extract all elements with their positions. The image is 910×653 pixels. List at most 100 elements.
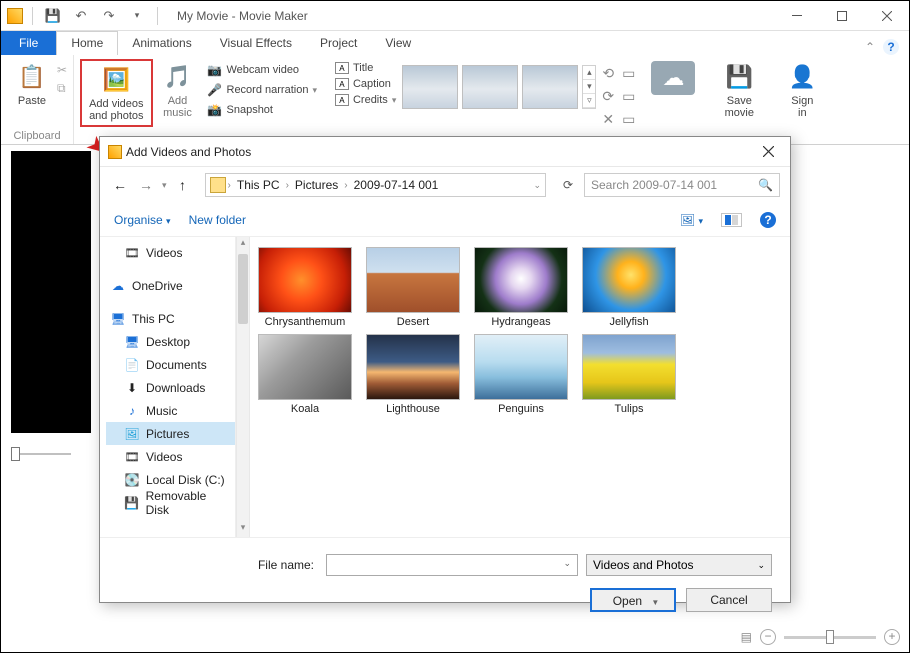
undo-icon[interactable]: ↶: [70, 5, 92, 27]
thumbnails-icon[interactable]: ▤: [741, 630, 752, 644]
organise-button[interactable]: Organise ▾: [114, 213, 171, 227]
select-icon[interactable]: ▭: [622, 65, 635, 82]
rotate-more[interactable]: ▴▾▿: [582, 65, 596, 109]
crumb-sep-icon[interactable]: ›: [344, 180, 347, 191]
tab-view[interactable]: View: [371, 32, 425, 55]
select3-icon[interactable]: ▭: [622, 111, 635, 128]
cancel-button[interactable]: Cancel: [686, 588, 772, 612]
file-dialog: Add Videos and Photos ← → ▾ ↑ › This PC …: [99, 136, 791, 603]
ribbon-tools-2: ▭ ▭ ▭: [618, 59, 639, 134]
tab-animations[interactable]: Animations: [118, 32, 205, 55]
caption-button[interactable]: ACaption: [331, 77, 400, 91]
save-movie-icon: 💾: [723, 61, 755, 93]
music-icon: ♪: [124, 403, 140, 419]
tab-home[interactable]: Home: [56, 31, 118, 55]
usb-icon: 💾: [124, 495, 140, 511]
preview-pane-button[interactable]: [721, 213, 742, 227]
forward-button[interactable]: →: [136, 177, 156, 193]
maximize-button[interactable]: [819, 1, 864, 31]
rotate-thumb[interactable]: [462, 65, 518, 109]
rotate-thumb[interactable]: [522, 65, 578, 109]
up-button[interactable]: ↑: [173, 177, 193, 193]
cut-icon[interactable]: ✂: [57, 63, 67, 77]
filter-dropdown[interactable]: Videos and Photos⌄: [586, 554, 772, 576]
rotate-right-icon[interactable]: ⟳: [602, 88, 614, 105]
search-input[interactable]: Search 2009-07-14 001 🔍: [584, 173, 780, 197]
crumb-sep-icon[interactable]: ›: [228, 180, 231, 191]
signin-button[interactable]: 👤 Sign in: [777, 59, 827, 121]
tab-project[interactable]: Project: [306, 32, 371, 55]
crumb-pictures[interactable]: Pictures: [291, 178, 342, 192]
help-icon[interactable]: ?: [883, 39, 899, 55]
copy-icon[interactable]: ⧉: [57, 81, 67, 96]
address-bar[interactable]: › This PC › Pictures › 2009-07-14 001 ⌄: [205, 173, 546, 197]
nav-pictures[interactable]: 🖼Pictures: [106, 422, 235, 445]
dialog-help-icon[interactable]: ?: [760, 212, 776, 228]
file-item[interactable]: Chrysanthemum: [258, 247, 352, 328]
nav-music[interactable]: ♪Music: [106, 399, 235, 422]
add-videos-button[interactable]: 🖼️ Add videos and photos: [83, 62, 149, 124]
title-icon: A: [335, 62, 349, 74]
file-label: Penguins: [474, 403, 568, 415]
nav-scrollbar[interactable]: ▴ ▾: [236, 237, 250, 537]
credits-button[interactable]: ACredits ▾: [331, 93, 400, 107]
open-button[interactable]: Open ▼: [590, 588, 676, 612]
file-item[interactable]: Koala: [258, 334, 352, 415]
zoom-out-icon[interactable]: −: [760, 629, 776, 645]
file-item[interactable]: Tulips: [582, 334, 676, 415]
rotate-gallery[interactable]: ▴▾▿: [400, 59, 598, 109]
file-item[interactable]: Hydrangeas: [474, 247, 568, 328]
file-thumbnail: [258, 247, 352, 313]
refresh-button[interactable]: ⟳: [558, 178, 578, 192]
qat-dropdown-icon[interactable]: ▾: [126, 5, 148, 27]
redo-icon[interactable]: ↷: [98, 5, 120, 27]
seek-slider[interactable]: [11, 453, 91, 455]
pc-icon: 🖥: [110, 311, 126, 327]
video-preview[interactable]: [11, 151, 91, 433]
rotate-left-icon[interactable]: ⟲: [602, 65, 614, 82]
nav-videos[interactable]: 🎞Videos: [106, 241, 235, 264]
collapse-ribbon-icon[interactable]: ⌃: [865, 40, 875, 54]
nav-this-pc[interactable]: 🖥This PC: [106, 307, 235, 330]
tab-file[interactable]: File: [1, 31, 56, 55]
nav-videos2[interactable]: 🎞Videos: [106, 445, 235, 468]
skydrive-button[interactable]: ☁: [645, 59, 701, 99]
save-icon[interactable]: 💾: [42, 5, 64, 27]
dialog-footer: File name: ⌄ Videos and Photos⌄ Open ▼ C…: [100, 537, 790, 626]
back-button[interactable]: ←: [110, 177, 130, 193]
save-movie-button[interactable]: 💾 Save movie: [714, 59, 764, 121]
history-dropdown-icon[interactable]: ▾: [162, 180, 167, 191]
file-item[interactable]: Penguins: [474, 334, 568, 415]
snapshot-button[interactable]: 📸Snapshot: [203, 101, 321, 119]
crumb-folder[interactable]: 2009-07-14 001: [350, 178, 443, 192]
zoom-in-icon[interactable]: +: [884, 629, 900, 645]
new-folder-button[interactable]: New folder: [189, 213, 246, 227]
paste-button[interactable]: 📋 Paste: [7, 59, 57, 109]
rotate-thumb[interactable]: [402, 65, 458, 109]
delete-icon[interactable]: ✕: [602, 111, 614, 128]
address-dropdown-icon[interactable]: ⌄: [533, 180, 541, 191]
view-options-button[interactable]: 🖼 ▾: [680, 213, 703, 227]
title-button[interactable]: ATitle: [331, 61, 400, 75]
minimize-button[interactable]: [774, 1, 819, 31]
file-item[interactable]: Lighthouse: [366, 334, 460, 415]
close-button[interactable]: [864, 1, 909, 31]
nav-removable[interactable]: 💾Removable Disk: [106, 491, 235, 514]
zoom-slider[interactable]: [784, 636, 876, 639]
tab-visual-effects[interactable]: Visual Effects: [206, 32, 306, 55]
record-button[interactable]: 🎤Record narration ▾: [203, 81, 321, 99]
add-music-button[interactable]: 🎵 Add music: [153, 59, 203, 121]
file-item[interactable]: Desert: [366, 247, 460, 328]
nav-desktop[interactable]: 🖥Desktop: [106, 330, 235, 353]
crumb-sep-icon[interactable]: ›: [286, 180, 289, 191]
filename-input[interactable]: ⌄: [326, 554, 578, 576]
dialog-close-button[interactable]: [754, 140, 782, 164]
file-item[interactable]: Jellyfish: [582, 247, 676, 328]
select2-icon[interactable]: ▭: [622, 88, 635, 105]
webcam-button[interactable]: 📷Webcam video: [203, 61, 321, 79]
preview-pane: [1, 145, 91, 616]
nav-documents[interactable]: 📄Documents: [106, 353, 235, 376]
crumb-this-pc[interactable]: This PC: [233, 178, 284, 192]
nav-downloads[interactable]: ⬇Downloads: [106, 376, 235, 399]
nav-onedrive[interactable]: ☁OneDrive: [106, 274, 235, 297]
